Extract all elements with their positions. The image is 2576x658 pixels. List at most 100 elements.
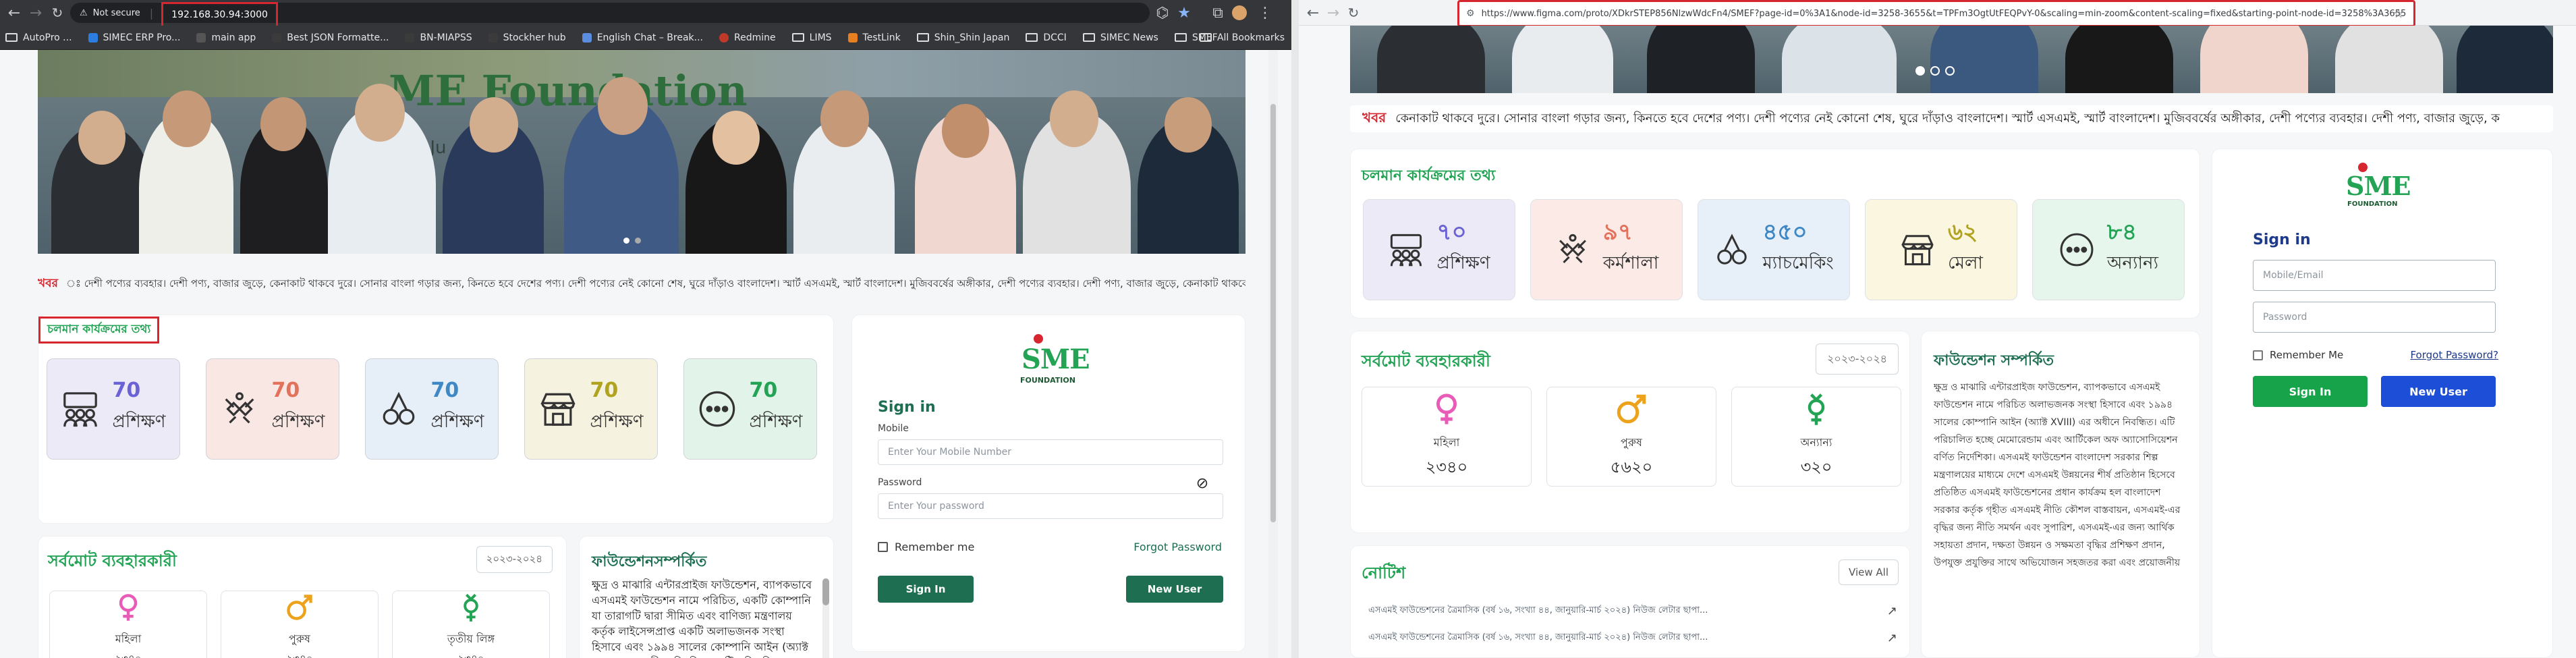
user-stat-value: ২৩৪০ (1425, 457, 1468, 476)
user-stat-card: পুরুষ ৫৬২০ (1546, 387, 1716, 487)
user-stat-label: মহিলা (1433, 435, 1460, 449)
stat-label: কর্মশালা (1602, 253, 1659, 273)
sign-in-button[interactable]: Sign In (878, 576, 974, 603)
carousel-dot[interactable] (1930, 66, 1940, 76)
site-icon (88, 32, 98, 43)
third-gender-icon (1799, 392, 1833, 429)
user-stat-card: মহিলা ২৩৪০ (1362, 387, 1532, 487)
sign-in-button[interactable]: Sign In (2253, 376, 2368, 407)
bookmark-star-icon[interactable]: ☆ (2393, 7, 2404, 21)
user-stat-value: ২৩৪০ (287, 651, 313, 658)
new-user-button[interactable]: New User (1126, 576, 1223, 603)
login-card: SME FOUNDATION Sign in Mobile/Email Pass… (2212, 148, 2553, 658)
mobile-email-input[interactable]: Mobile/Email (2253, 260, 2496, 291)
back-icon[interactable]: ← (4, 3, 24, 23)
password-input[interactable]: Password (2253, 302, 2496, 333)
carousel-dot[interactable] (1915, 66, 1925, 76)
users-year-selector[interactable]: ২০২৩-২০২৪ (1816, 344, 1899, 375)
not-secure-icon: ⚠ (80, 7, 88, 18)
sme-logo: SME FOUNDATION (1017, 334, 1092, 385)
notice-item[interactable]: এসএমই ফাউন্ডেশনের ত্রৈমাসিক (বর্ষ ১৬, সং… (1368, 604, 1897, 618)
ticker-text: ঃ দেশী পণ্যের ব্যবহার। দেশী পণ্য, বাজার … (65, 277, 1245, 290)
hero-carousel-image[interactable]: ME Foundation 19 Ju (38, 50, 1245, 254)
password-label: Password (878, 477, 922, 488)
left-page: ME Foundation 19 Ju খবর (0, 50, 1291, 658)
bookmark-item[interactable]: Stockher hub (488, 26, 566, 50)
about-title: ফাউন্ডেশন সম্পর্কিত (1934, 352, 2054, 369)
user-stat-label: মহিলা (115, 632, 142, 645)
notice-item[interactable]: এসএমই ফাউন্ডেশনের ত্রৈমাসিক (বর্ষ ১৬, সং… (1368, 631, 1897, 645)
stat-label: প্রশিক্ষণ (749, 412, 803, 432)
forgot-password-link[interactable]: Forgot Password? (2410, 349, 2498, 361)
about-card: ফাউন্ডেশন সম্পর্কিত ক্ষুদ্র ও মাঝারি এন্… (1921, 331, 2200, 658)
menu-icon[interactable]: ⋮ (1255, 3, 1275, 23)
reload-icon[interactable]: ↻ (1343, 3, 1364, 23)
bookmark-item[interactable]: SIMEC ERP Pro... (88, 26, 180, 50)
notice-card: নোটিশ View All এসএমই ফাউন্ডেশনের ত্রৈমাস… (1350, 545, 1910, 658)
workshop-icon (1555, 231, 1591, 268)
user-stat-value: ৩২০ (1800, 457, 1832, 476)
hero-carousel-image[interactable] (1350, 26, 2553, 93)
stat-label: প্রশিক্ষণ (430, 412, 484, 432)
remember-me[interactable]: Remember me (878, 541, 974, 553)
bookmark-item[interactable]: main app (196, 26, 256, 50)
url-text: 192.168.30.94:3000 (171, 9, 268, 20)
news-ticker: খবর কেনাকাট থাকবে দুরে। সোনার বাংলা গড়া… (1350, 105, 2553, 132)
page-scrollbar[interactable] (1268, 50, 1278, 658)
carousel-dot[interactable] (623, 238, 629, 244)
user-stat-value: ২৩৪০ (115, 651, 142, 658)
male-icon (1615, 392, 1648, 429)
bookmark-item[interactable]: LIMS (791, 26, 832, 50)
mobile-input[interactable]: Enter Your Mobile Number (878, 439, 1223, 465)
stat-card: 70 প্রশিক্ষণ (365, 358, 499, 460)
stat-label: প্রশিক্ষণ (112, 412, 166, 432)
password-input[interactable]: Enter Your password (878, 493, 1223, 519)
stat-card: 70 প্রশিক্ষণ (683, 358, 817, 460)
about-text: ক্ষুদ্র ও মাঝারি এন্টারপ্রাইজ ফাউন্ডেশন,… (1934, 382, 2181, 568)
sme-logo: SME FOUNDATION (2346, 163, 2420, 210)
stat-value: 70 (271, 379, 300, 402)
bookmark-star-icon[interactable]: ★ (1174, 3, 1194, 23)
stat-value: ৭০ (1436, 219, 1467, 246)
remember-checkbox[interactable] (878, 542, 888, 552)
user-stat-card: তৃতীয় লিঙ্গ ২৩৪০ (392, 591, 550, 658)
bookmark-item[interactable]: AutoPro ... (5, 26, 72, 50)
news-ticker: খবর ঃ দেশী পণ্যের ব্যবহার। দেশী পণ্য, বা… (38, 274, 1245, 294)
about-scrollbar[interactable] (822, 578, 829, 658)
bookmark-item[interactable]: Redmine (719, 26, 776, 50)
extensions-icon[interactable]: ⧉ (1208, 3, 1228, 23)
carousel-dot[interactable] (635, 238, 641, 244)
bookmark-item[interactable]: Best JSON Formatte... (272, 26, 389, 50)
all-bookmarks[interactable]: All Bookmarks (1199, 26, 1285, 50)
profile-icon[interactable] (1229, 3, 1250, 23)
remember-me[interactable]: Remember Me (2253, 349, 2343, 361)
url-text: https://www.figma.com/proto/XDkrSTEP856N… (1481, 8, 2407, 19)
female-icon (113, 593, 143, 625)
reload-icon[interactable]: ↻ (47, 3, 67, 23)
bookmark-item[interactable]: SIMEC News (1082, 26, 1158, 50)
address-bar[interactable]: ⚙ https://www.figma.com/proto/XDkrSTEP85… (1457, 0, 2415, 27)
bookmark-item[interactable]: English Chat – Break... (582, 26, 703, 50)
forward-icon[interactable]: → (26, 3, 46, 23)
back-icon[interactable]: ← (1303, 3, 1323, 23)
remember-checkbox[interactable] (2253, 350, 2263, 360)
forward-icon[interactable]: → (1323, 3, 1343, 23)
forgot-password-link[interactable]: Forgot Password (1133, 541, 1222, 553)
hero-banner-text: ME Foundation (389, 66, 748, 115)
notice-text: এসএমই ফাউন্ডেশনের ত্রৈমাসিক (বর্ষ ১৬, সং… (1368, 605, 1708, 615)
carousel-dot[interactable] (1945, 66, 1955, 76)
bookmark-item[interactable]: Shin_Shin Japan (916, 26, 1009, 50)
users-year-selector[interactable]: ২০২৩-২০২৪ (476, 546, 553, 573)
screen: ← → ↻ ⚠ Not secure | 192.168.30.94:3000 … (0, 0, 2576, 658)
user-stat-label: অন্যান্য (1800, 435, 1832, 449)
address-bar[interactable]: ⚠ Not secure | 192.168.30.94:3000 (70, 2, 1150, 28)
view-all-button[interactable]: View All (1839, 559, 1899, 585)
site-icon (272, 32, 282, 43)
new-user-button[interactable]: New User (2381, 376, 2496, 407)
bookmark-item[interactable]: DCCI (1026, 26, 1067, 50)
bookmark-item[interactable]: BN-MIAPSS (405, 26, 472, 50)
bookmark-item[interactable]: TestLink (847, 26, 901, 50)
eye-off-icon[interactable]: ⊘ (1192, 473, 1212, 493)
user-stat-card: অন্যান্য ৩২০ (1731, 387, 1901, 487)
cast-icon[interactable]: ⌬ (1152, 3, 1173, 23)
